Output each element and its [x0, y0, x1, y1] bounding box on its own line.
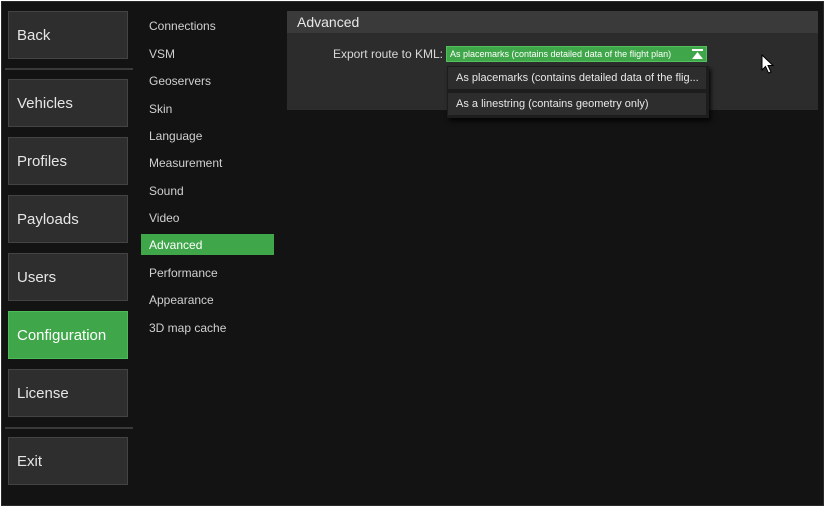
exit-button-label: Exit	[17, 452, 43, 470]
sub-item-label: Skin	[149, 101, 173, 116]
nav-item-label: Profiles	[17, 152, 68, 170]
export-kml-select[interactable]: As placemarks (contains detailed data of…	[446, 46, 707, 62]
nav-item-label: Users	[17, 268, 57, 286]
sub-item-video[interactable]: Video	[141, 207, 274, 228]
app-window: Back Vehicles Profiles Payloads Users Co…	[1, 1, 824, 506]
dropdown-option-placemarks[interactable]: As placemarks (contains detailed data of…	[448, 67, 706, 89]
sub-item-label: Geoservers	[149, 73, 212, 88]
nav-item-label: Payloads	[17, 210, 79, 228]
export-kml-dropdown: As placemarks (contains detailed data of…	[447, 66, 709, 118]
sub-item-label: Sound	[149, 183, 184, 198]
sub-item-language[interactable]: Language	[141, 125, 274, 146]
panel-title: Advanced	[287, 11, 818, 33]
nav-divider	[5, 427, 133, 429]
back-button-label: Back	[17, 26, 51, 44]
sub-item-vsm[interactable]: VSM	[141, 43, 274, 64]
nav-item-label: License	[17, 384, 69, 402]
sub-item-label: Language	[149, 128, 203, 143]
nav-item-license[interactable]: License	[8, 369, 128, 417]
nav-item-vehicles[interactable]: Vehicles	[8, 79, 128, 127]
sub-item-sound[interactable]: Sound	[141, 180, 274, 201]
nav-divider	[5, 68, 133, 70]
sub-item-appearance[interactable]: Appearance	[141, 289, 274, 310]
nav-item-payloads[interactable]: Payloads	[8, 195, 128, 243]
collapse-up-icon[interactable]	[691, 48, 704, 60]
sub-item-label: Performance	[149, 265, 218, 280]
sub-item-label: Advanced	[149, 237, 203, 252]
sub-item-advanced[interactable]: Advanced	[141, 234, 274, 255]
nav-item-users[interactable]: Users	[8, 253, 128, 301]
sub-item-connections[interactable]: Connections	[141, 15, 274, 36]
sub-item-label: VSM	[149, 46, 176, 61]
nav-item-label: Configuration	[17, 326, 107, 344]
sub-item-label: 3D map cache	[149, 320, 227, 335]
back-button[interactable]: Back	[8, 11, 128, 59]
nav-item-configuration[interactable]: Configuration	[8, 311, 128, 359]
dropdown-option-linestring[interactable]: As a linestring (contains geometry only)	[448, 93, 706, 115]
sub-item-3d-map-cache[interactable]: 3D map cache	[141, 317, 274, 338]
sub-item-skin[interactable]: Skin	[141, 98, 274, 119]
sub-item-label: Video	[149, 210, 180, 225]
sub-item-geoservers[interactable]: Geoservers	[141, 70, 274, 91]
nav-item-label: Vehicles	[17, 94, 73, 112]
sub-item-label: Connections	[149, 18, 216, 33]
sub-item-label: Appearance	[149, 292, 214, 307]
export-kml-selected-value: As placemarks (contains detailed data of…	[450, 49, 672, 59]
sub-item-measurement[interactable]: Measurement	[141, 152, 274, 173]
export-kml-label: Export route to KML:	[332, 47, 443, 61]
mouse-pointer-icon	[761, 54, 775, 74]
exit-button[interactable]: Exit	[8, 437, 128, 485]
sub-item-performance[interactable]: Performance	[141, 262, 274, 283]
sub-item-label: Measurement	[149, 155, 223, 170]
nav-item-profiles[interactable]: Profiles	[8, 137, 128, 185]
